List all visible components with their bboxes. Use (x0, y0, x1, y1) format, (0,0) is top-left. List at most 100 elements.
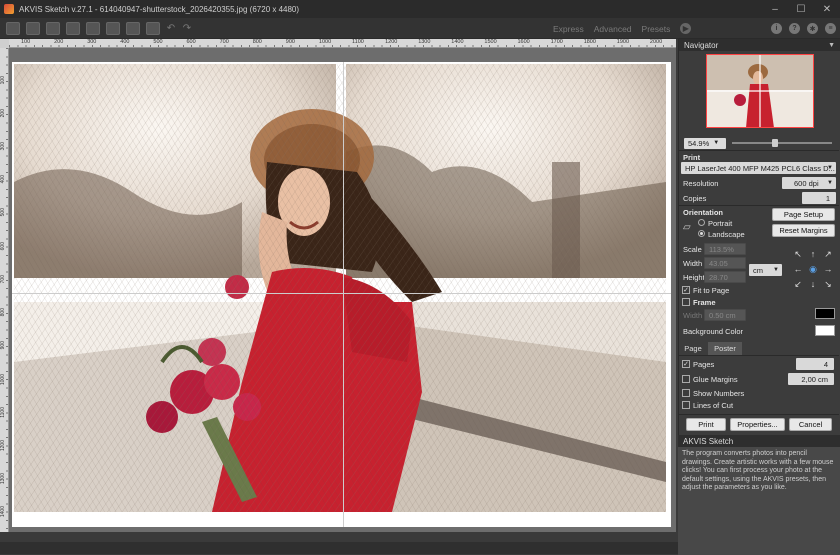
cancel-button[interactable]: Cancel (789, 418, 832, 431)
orientation-label: Orientation (683, 208, 724, 217)
navigator-thumbnail[interactable] (706, 54, 814, 128)
properties-button[interactable]: Properties... (730, 418, 785, 431)
ruler-tick-label: 1000 (318, 39, 332, 45)
align-center-icon[interactable]: ◉ (807, 263, 819, 275)
print-mode-tabs: Page Poster (678, 342, 840, 355)
tab-page[interactable]: Page (680, 342, 706, 355)
app-logo-icon (4, 4, 14, 14)
navigator-viewport-frame[interactable] (706, 54, 814, 128)
show-numbers-checkbox[interactable] (682, 389, 690, 397)
ruler-tick-label: 1300 (0, 473, 6, 485)
width-label: Width (683, 259, 703, 268)
ruler-tick-label: 700 (0, 274, 6, 283)
zoom-slider-handle[interactable] (772, 139, 778, 147)
resolution-select[interactable]: 600 dpi ▼ (782, 177, 836, 189)
close-button[interactable]: ✕ (814, 0, 840, 18)
print-icon[interactable] (66, 21, 80, 35)
frame-width-label: Width (683, 311, 703, 320)
ruler-tick-label: 1500 (484, 39, 497, 45)
lines-of-cut-label: Lines of Cut (693, 401, 734, 410)
open-file-icon[interactable] (26, 21, 40, 35)
collapse-arrow-icon[interactable]: ▼ (828, 42, 835, 49)
height-input[interactable]: 28.70 (704, 271, 746, 283)
ruler-tick-label: 600 (186, 39, 196, 45)
background-color-label: Background Color (683, 327, 744, 336)
align-right-icon[interactable]: → (822, 263, 834, 275)
show-numbers-label: Show Numbers (693, 389, 745, 398)
share-icon[interactable] (86, 21, 100, 35)
scale-input[interactable]: 113.5% (704, 243, 746, 255)
news-icon[interactable]: ≡ (825, 23, 836, 34)
align-bottom-right-icon[interactable]: ↘ (822, 278, 834, 290)
undo-icon[interactable]: ↶ (166, 23, 176, 34)
ruler-tick-label: 1400 (451, 39, 464, 45)
background-color-swatch[interactable] (815, 325, 835, 336)
divider (679, 355, 839, 356)
ruler-tick-label: 300 (0, 142, 6, 151)
ruler-tick-label: 800 (252, 39, 262, 45)
glue-margins-input[interactable]: 2,00 cm (788, 373, 834, 385)
width-input[interactable]: 43.05 (704, 257, 746, 269)
settings-gear-icon[interactable]: ✱ (807, 23, 818, 34)
portrait-radio[interactable] (698, 219, 705, 226)
home-icon[interactable] (6, 21, 20, 35)
pages-input[interactable]: 4 (796, 358, 834, 370)
frame-width-input[interactable]: 0.50 cm (704, 309, 746, 321)
tile-cut-line-vertical (343, 62, 344, 527)
before-after-icon[interactable] (126, 21, 140, 35)
ruler-tick-label: 800 (0, 307, 6, 317)
ruler-tick-label: 400 (0, 175, 6, 184)
frame-checkbox[interactable] (682, 298, 690, 306)
run-icon[interactable] (146, 21, 160, 35)
zoom-select[interactable]: 54.9% ▼ (684, 137, 726, 149)
align-top-right-icon[interactable]: ↗ (822, 248, 834, 260)
ruler-tick-label: 100 (0, 76, 6, 85)
glue-margins-checkbox[interactable] (682, 375, 690, 383)
mode-express[interactable]: Express (553, 24, 584, 34)
align-top-left-icon[interactable]: ↖ (792, 248, 804, 260)
printer-select[interactable]: HP LaserJet 400 MFP M425 PCL6 Class D...… (681, 162, 836, 174)
reset-margins-button[interactable]: Reset Margins (772, 224, 835, 237)
redo-icon[interactable]: ↷ (182, 23, 192, 34)
info-icon[interactable]: i (771, 23, 782, 34)
maximize-button[interactable]: ☐ (788, 0, 814, 18)
ruler-tick-label: 1600 (517, 39, 530, 45)
lines-of-cut-checkbox[interactable] (682, 401, 690, 409)
help-icon[interactable]: ? (789, 23, 800, 34)
align-top-icon[interactable]: ↑ (807, 248, 819, 260)
print-button[interactable]: Print (686, 418, 726, 431)
landscape-radio[interactable] (698, 230, 705, 237)
minimize-button[interactable]: – (762, 0, 788, 18)
image-workspace[interactable] (9, 48, 676, 532)
ruler-tick-label: 400 (120, 39, 130, 45)
ruler-tick-label: 100 (21, 39, 31, 45)
scale-label: Scale (683, 245, 702, 254)
ruler-tick-label: 900 (0, 340, 6, 350)
mode-presets[interactable]: Presets (642, 24, 671, 34)
align-bottom-left-icon[interactable]: ↙ (792, 278, 804, 290)
apply-arrow-icon[interactable]: ▶ (680, 23, 692, 34)
fit-to-page-checkbox[interactable]: ✓ (682, 286, 690, 294)
align-left-icon[interactable]: ← (792, 263, 804, 275)
save-icon[interactable] (46, 21, 60, 35)
frame-color-swatch[interactable] (815, 308, 835, 319)
ruler-tick-label: 1200 (0, 440, 6, 452)
divider (679, 150, 839, 151)
title-bar: AKVIS Sketch v.27.1 - 614040947-shutters… (0, 0, 840, 18)
batch-icon[interactable] (106, 21, 120, 35)
ruler-tick-label: 1900 (616, 39, 630, 45)
page-setup-button[interactable]: Page Setup (772, 208, 835, 221)
zoom-slider[interactable] (732, 139, 832, 147)
copies-input[interactable]: 1 (802, 192, 836, 204)
mode-advanced[interactable]: Advanced (594, 24, 632, 34)
ruler-tick-label: 1100 (0, 407, 6, 418)
pages-checkbox[interactable]: ✓ (682, 360, 690, 368)
main-toolbar: ↶ ↷ Express Advanced Presets ▶ i ? ✱ ≡ (0, 18, 840, 39)
unit-select[interactable]: cm ▼ (749, 264, 782, 276)
ruler-tick-label: 1300 (418, 39, 431, 45)
tab-poster[interactable]: Poster (708, 342, 742, 355)
ruler-corner (0, 39, 9, 48)
align-bottom-icon[interactable]: ↓ (807, 278, 819, 290)
horizontal-scrollbar[interactable] (9, 532, 676, 542)
ruler-tick-label: 300 (87, 39, 97, 45)
